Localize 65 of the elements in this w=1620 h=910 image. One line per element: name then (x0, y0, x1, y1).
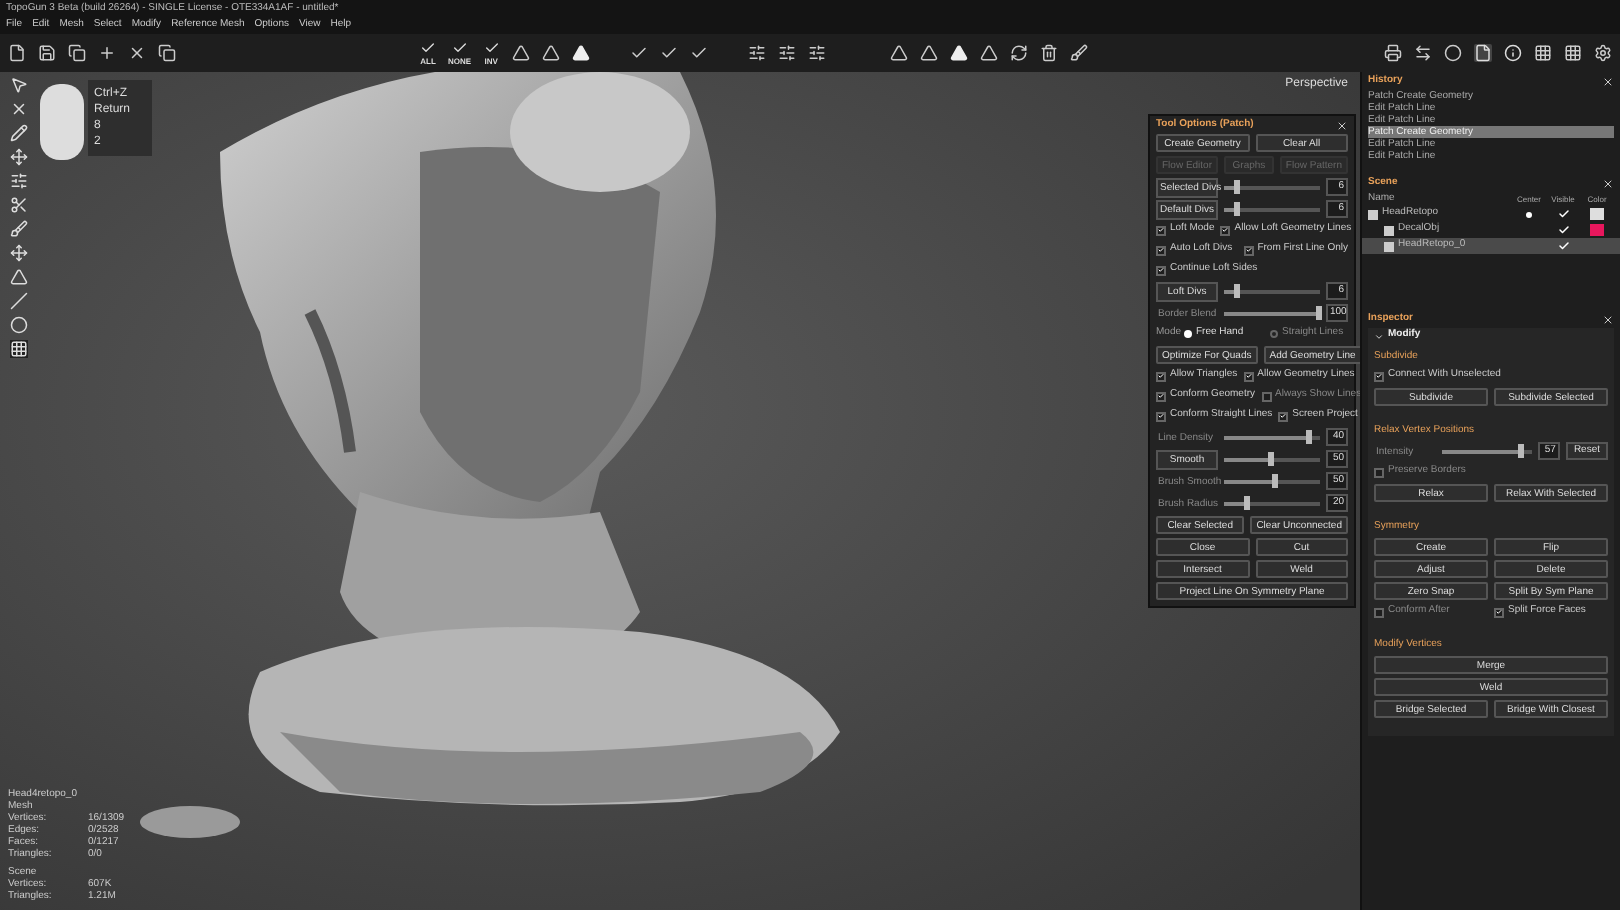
copy-icon[interactable] (68, 44, 86, 62)
check-icon (1376, 370, 1382, 382)
sliders-icon[interactable] (807, 44, 826, 62)
arrows-icon[interactable] (1414, 44, 1432, 62)
new-file-icon[interactable] (8, 44, 26, 62)
add-icon[interactable] (98, 44, 116, 62)
trash-icon[interactable] (1039, 44, 1058, 62)
info-icon[interactable] (1504, 44, 1522, 62)
sliders-icon[interactable] (747, 44, 766, 62)
radio-button[interactable] (1270, 330, 1278, 338)
checkbox[interactable] (1374, 467, 1384, 477)
tool-icon[interactable] (9, 220, 27, 238)
close-icon[interactable] (128, 44, 146, 62)
checkbox[interactable] (1220, 225, 1231, 235)
checkbox[interactable] (1243, 371, 1254, 381)
checkbox[interactable] (1374, 607, 1384, 617)
close-icon[interactable] (1602, 313, 1614, 325)
printer-icon[interactable] (1384, 44, 1402, 62)
close-icon[interactable] (1336, 119, 1348, 131)
check-icon (1222, 224, 1229, 236)
check-icon (1245, 244, 1252, 256)
close-icon[interactable] (1602, 75, 1614, 87)
check-icon (1280, 410, 1287, 422)
sliders-icon[interactable] (777, 44, 796, 62)
check-icon (1496, 606, 1502, 618)
slider-thumb[interactable] (1268, 451, 1274, 465)
tool-icon[interactable] (9, 100, 27, 118)
visible-check-icon[interactable] (1557, 208, 1569, 220)
checkbox[interactable] (1156, 411, 1166, 421)
close-icon[interactable] (1602, 177, 1614, 189)
tool-icon[interactable] (9, 196, 27, 214)
brush-icon[interactable] (1069, 44, 1088, 62)
tool-icon[interactable] (9, 172, 27, 190)
checkbox[interactable] (1156, 245, 1166, 255)
color-swatch[interactable] (1590, 224, 1604, 236)
checkbox[interactable] (1494, 607, 1504, 617)
checkbox[interactable] (1156, 391, 1166, 401)
tool-icon[interactable] (9, 76, 27, 94)
checkbox[interactable] (1374, 371, 1384, 381)
collapse-icon[interactable] (1374, 331, 1384, 341)
grid-icon[interactable] (1564, 44, 1582, 62)
circle-icon[interactable] (1444, 44, 1462, 62)
settings-icon[interactable] (1594, 44, 1612, 62)
save-icon[interactable] (38, 44, 56, 62)
radio-button[interactable] (1184, 330, 1192, 338)
slider-thumb[interactable] (1234, 201, 1241, 215)
refresh-icon[interactable] (1009, 44, 1028, 62)
tool-icon[interactable] (9, 148, 27, 166)
checkbox[interactable] (1156, 371, 1166, 381)
visible-check-icon[interactable] (1557, 240, 1569, 252)
check-icon (1245, 370, 1252, 382)
slider-thumb[interactable] (1234, 283, 1241, 297)
checkbox[interactable] (1278, 411, 1289, 421)
checkbox[interactable] (1243, 245, 1254, 255)
tool-icon[interactable] (9, 124, 27, 142)
checkbox[interactable] (1156, 265, 1166, 275)
slider-thumb[interactable] (1234, 179, 1241, 193)
color-swatch[interactable] (1590, 208, 1604, 220)
grid-icon[interactable] (1534, 44, 1552, 62)
checkbox[interactable] (1261, 391, 1272, 401)
document-icon[interactable] (1474, 44, 1492, 62)
checkbox[interactable] (1156, 225, 1166, 235)
mouse-icon (40, 84, 84, 160)
visible-check-icon[interactable] (1557, 224, 1569, 236)
tool-icon[interactable] (9, 244, 27, 262)
